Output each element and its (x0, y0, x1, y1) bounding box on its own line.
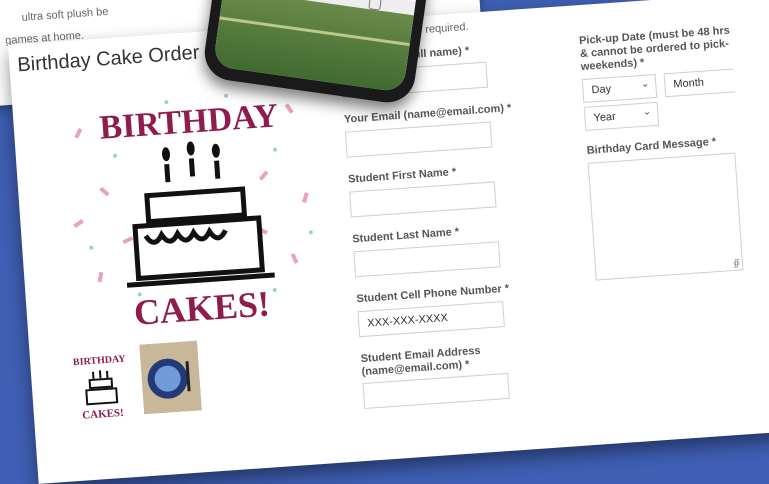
cake-drawing (119, 153, 275, 285)
month-select[interactable]: Month (664, 68, 736, 97)
student-email-input[interactable] (362, 373, 509, 409)
year-select[interactable]: Year ⌄ (584, 102, 659, 131)
background-text: ultra soft plush be (21, 6, 108, 24)
thumbnail-birthday-logo[interactable]: BIRTHDAY CAKES! (66, 349, 137, 423)
email-input[interactable] (345, 122, 492, 158)
last-name-label: Student Last Name * (352, 226, 460, 246)
thumbnail-subtitle: CAKES! (82, 407, 124, 422)
phone-screen (213, 0, 424, 93)
page-title: Birthday Cake Order (17, 42, 200, 78)
hero-title: BIRTHDAY (98, 97, 279, 146)
day-select[interactable]: Day ⌄ (582, 74, 657, 103)
chevron-down-icon: ⌄ (641, 78, 650, 90)
day-select-value: Day (591, 83, 611, 96)
first-name-label: Student First Name * (348, 166, 457, 187)
resize-handle-icon[interactable]: ∯ (733, 257, 741, 268)
thumbnail-title: BIRTHDAY (73, 354, 127, 369)
phone-input[interactable] (357, 301, 504, 337)
last-name-input[interactable] (353, 241, 500, 277)
name-label: ull name) * (413, 45, 469, 62)
hero-subtitle: CAKES! (133, 283, 271, 332)
phone-field-photo (213, 0, 414, 93)
first-name-input[interactable] (349, 181, 496, 217)
year-select-value: Year (593, 111, 616, 125)
chevron-down-icon: ⌄ (642, 106, 651, 118)
card-message-textarea[interactable]: ∯ (588, 153, 744, 281)
thumbnail-cake-photo[interactable] (139, 341, 202, 415)
birthday-cake-image: BIRTHDAY CAKES! (55, 72, 334, 340)
month-select-value: Month (673, 77, 704, 91)
